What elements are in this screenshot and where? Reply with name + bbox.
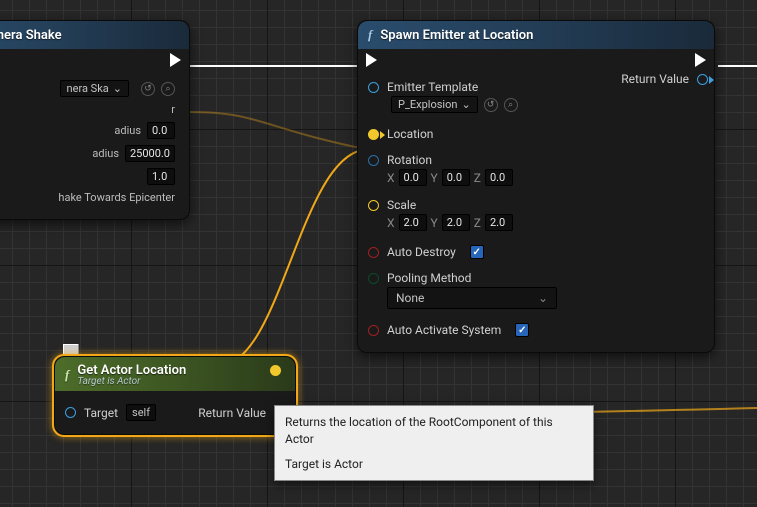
tooltip: Returns the location of the RootComponen… [274,405,594,481]
auto-activate-label: Auto Activate System [387,323,501,337]
scale-label: Scale [387,198,513,212]
node-spawn-emitter-at-location[interactable]: f Spawn Emitter at Location Return Value… [357,20,715,353]
value-input[interactable]: 1.0 [147,168,175,185]
search-icon[interactable]: ⌕ [504,98,518,112]
node-header: f Spawn Emitter at Location [358,21,714,49]
search-icon[interactable]: ⌕ [161,82,175,96]
chevron-down-icon: ⌄ [538,291,548,305]
node-world-camera-shake[interactable]: f ld Camera Shake nera Ska ⌄ ↺ ⌕ r adius… [0,20,190,220]
axis-y: Y [431,216,438,230]
chevron-down-icon: ⌄ [113,82,122,95]
pooling-method-pin[interactable] [368,273,379,284]
pin-label: adius [92,147,119,160]
exec-out-pin[interactable] [170,53,181,67]
axis-x: X [387,216,395,230]
exec-in-pin[interactable] [366,53,377,67]
pin-label: adius [114,124,141,137]
node-header: f ld Camera Shake [0,21,189,49]
radius1-input[interactable]: 0.0 [147,122,175,139]
exec-out-pin[interactable] [695,53,706,67]
node-get-actor-location[interactable]: f Get Actor Location Target is Actor Tar… [54,356,296,435]
header-data-pin[interactable] [270,365,281,376]
emitter-template-dropdown[interactable]: P_Explosion ⌄ [391,96,478,113]
axis-z: Z [474,171,481,185]
scale-y-input[interactable]: 2.0 [442,214,470,231]
chevron-down-icon: ⌄ [461,98,470,111]
node-subtitle-text: Target is Actor [77,376,186,387]
pooling-method-dropdown[interactable]: None ⌄ [387,287,557,309]
auto-destroy-pin[interactable] [368,247,379,258]
pooling-label: Pooling Method [387,271,557,285]
node-header: f Get Actor Location Target is Actor [55,357,295,391]
target-value[interactable]: self [126,404,156,421]
rot-z-input[interactable]: 0.0 [485,169,513,186]
dropdown-value: None [396,291,424,305]
location-label: Location [387,127,433,141]
axis-y: Y [431,171,438,185]
target-pin[interactable] [65,407,76,418]
auto-destroy-label: Auto Destroy [387,245,456,259]
tooltip-line2: Target is Actor [285,456,583,473]
function-icon: f [65,367,69,383]
rot-y-input[interactable]: 0.0 [442,169,470,186]
node-title-text: ld Camera Shake [0,28,62,43]
emitter-template-pin[interactable] [368,82,379,93]
radius2-input[interactable]: 25000.0 [125,145,175,162]
emitter-template-label: Emitter Template [387,80,518,94]
scale-z-input[interactable]: 2.0 [485,214,513,231]
location-pin[interactable] [368,129,379,140]
scale-x-input[interactable]: 2.0 [399,214,427,231]
axis-z: Z [474,216,481,230]
tooltip-line1: Returns the location of the RootComponen… [285,414,583,448]
axis-x: X [387,171,395,185]
reset-icon[interactable]: ↺ [141,82,155,96]
function-icon: f [368,27,372,43]
dropdown-value: P_Explosion [398,98,457,111]
rotation-label: Rotation [387,153,513,167]
dropdown-value: nera Ska [67,82,109,95]
shake-class-dropdown[interactable]: nera Ska ⌄ [60,80,129,97]
rot-x-input[interactable]: 0.0 [399,169,427,186]
node-title-text: Spawn Emitter at Location [380,28,533,43]
auto-destroy-checkbox[interactable] [470,245,484,259]
pin-label: hake Towards Epicenter [58,191,175,204]
return-value-label: Return Value [198,406,266,420]
auto-activate-pin[interactable] [368,325,379,336]
target-label: Target [84,406,118,420]
reset-icon[interactable]: ↺ [484,98,498,112]
auto-activate-checkbox[interactable] [515,323,529,337]
pin-label: r [171,103,175,116]
scale-pin[interactable] [368,200,379,211]
rotation-pin[interactable] [368,155,379,166]
